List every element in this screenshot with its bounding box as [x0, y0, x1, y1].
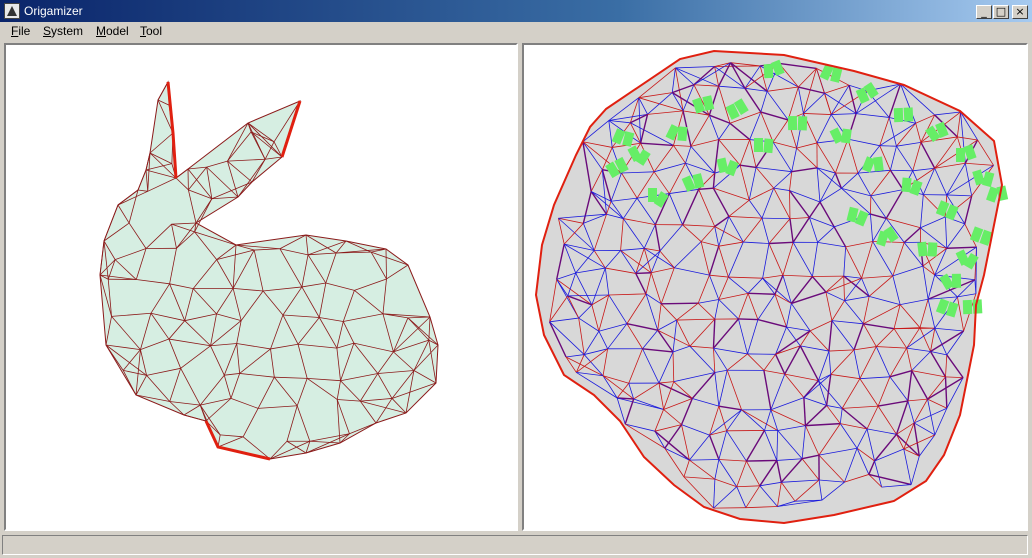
- menu-bar: File System Model Tool: [0, 22, 1032, 40]
- menu-model-label: odel: [106, 24, 129, 38]
- bunny-mesh-canvas[interactable]: [6, 45, 516, 529]
- close-button[interactable]: ×: [1012, 5, 1028, 19]
- app-icon[interactable]: [4, 3, 20, 19]
- menu-file-label: ile: [18, 24, 31, 38]
- menu-file[interactable]: File: [11, 24, 30, 38]
- crease-pattern-canvas[interactable]: [524, 45, 1026, 529]
- menu-model[interactable]: Model: [96, 24, 129, 38]
- model-3d-view[interactable]: [4, 43, 518, 531]
- menu-model-mnemonic: M: [96, 24, 106, 38]
- menu-tool-label: ool: [146, 24, 163, 38]
- menu-system-mnemonic: S: [43, 24, 52, 38]
- status-bar: [2, 535, 1028, 555]
- menu-tool[interactable]: Tool: [140, 24, 162, 38]
- window-title: Origamizer: [24, 4, 83, 18]
- title-bar[interactable]: Origamizer _ □ ×: [0, 0, 1032, 22]
- menu-system[interactable]: System: [43, 24, 83, 38]
- minimize-button[interactable]: _: [976, 5, 992, 19]
- crease-pattern-view[interactable]: [522, 43, 1028, 531]
- maximize-button[interactable]: □: [993, 5, 1009, 19]
- menu-system-label: ystem: [51, 24, 84, 38]
